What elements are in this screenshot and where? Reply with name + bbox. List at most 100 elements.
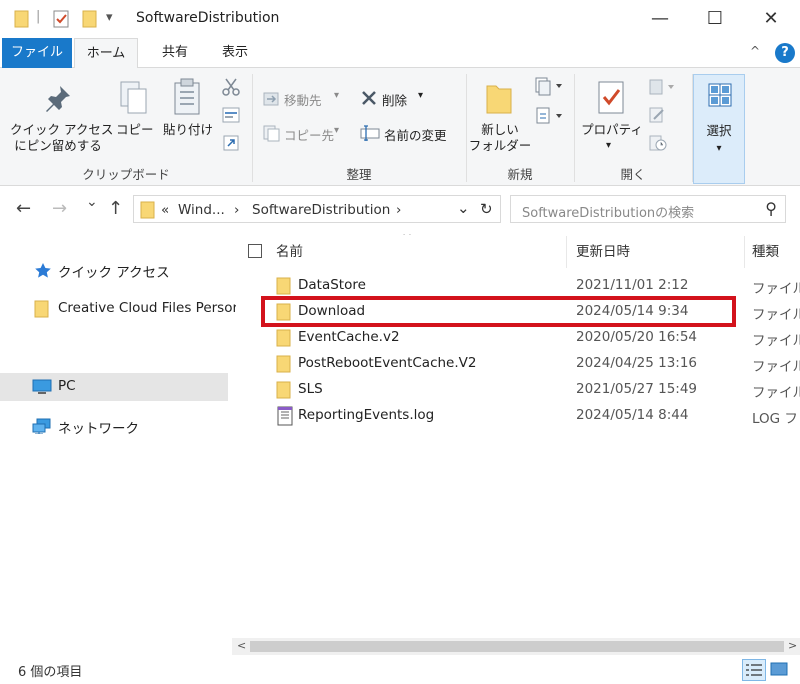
address-bar[interactable]: « Wind... › SoftwareDistribution › ⌄ ↻	[133, 195, 501, 223]
folder-icon	[276, 354, 292, 378]
rename-button[interactable]: 名前の変更	[384, 125, 447, 144]
file-type: ファイル フ	[752, 307, 800, 323]
open-icon[interactable]	[648, 78, 676, 100]
forward-button[interactable]: →	[52, 198, 67, 219]
highlight-box	[261, 296, 736, 327]
tab-file[interactable]: ファイル	[2, 38, 72, 68]
new-item-icon[interactable]	[534, 76, 564, 100]
copy-path-icon[interactable]	[222, 106, 240, 128]
computer-icon	[32, 379, 52, 399]
file-date: 2024/04/25 13:16	[576, 355, 698, 371]
search-box[interactable]: SoftwareDistributionの検索 ⚲	[510, 195, 786, 223]
file-name: PostRebootEventCache.V2	[298, 355, 477, 371]
folder-icon	[140, 200, 156, 224]
nav-item-label: クイック アクセス	[58, 265, 170, 281]
details-view-button[interactable]	[742, 659, 766, 681]
nav-item-network[interactable]: ネットワーク	[0, 412, 228, 440]
breadcrumb-windows[interactable]: Wind...	[178, 202, 225, 218]
paste-shortcut-icon[interactable]	[222, 134, 240, 156]
nav-item-quick-access[interactable]: クイック アクセス	[0, 256, 228, 284]
cut-icon[interactable]	[222, 78, 240, 100]
new-folder-button[interactable]: 新しい フォルダー	[468, 122, 532, 154]
scroll-thumb[interactable]	[250, 641, 784, 652]
breadcrumb-separator[interactable]: ›	[234, 202, 239, 218]
table-row[interactable]: EventCache.v2 2020/05/20 16:54 ファイル フ	[236, 325, 800, 351]
title-bar: | ▾ SoftwareDistribution — ☐ ✕	[0, 0, 800, 38]
qat-dropdown[interactable]: ▾	[106, 10, 113, 25]
paste-icon	[172, 78, 202, 120]
history-icon[interactable]	[648, 134, 668, 156]
file-type: ファイル フ	[752, 385, 800, 401]
back-button[interactable]: ←	[16, 198, 31, 219]
delete-icon	[361, 90, 377, 110]
easy-access-icon[interactable]	[534, 106, 564, 130]
table-row[interactable]: ReportingEvents.log 2024/05/14 8:44 LOG …	[236, 403, 800, 429]
address-dropdown-button[interactable]: ⌄	[457, 199, 470, 217]
breadcrumb-softwaredistribution[interactable]: SoftwareDistribution	[252, 202, 390, 218]
move-to-dropdown-icon[interactable]: ▾	[334, 90, 339, 101]
up-button[interactable]: ↑	[108, 198, 123, 219]
large-icons-view-button[interactable]	[768, 659, 792, 681]
log-file-icon	[276, 406, 294, 430]
file-date: 2021/05/27 15:49	[576, 381, 698, 397]
copy-icon	[119, 80, 149, 120]
maximize-button[interactable]: ☐	[692, 4, 738, 34]
minimize-button[interactable]: —	[637, 4, 683, 34]
scroll-right-button[interactable]: >	[788, 639, 797, 652]
edit-icon[interactable]	[648, 106, 666, 128]
new-folder-icon[interactable]	[82, 9, 98, 33]
copy-button[interactable]: コピー	[116, 122, 154, 138]
delete-dropdown-icon[interactable]: ▾	[418, 90, 423, 101]
pin-label-line-1: クイック アクセス	[10, 122, 114, 137]
tab-view[interactable]: 表示	[210, 38, 260, 68]
folder-icon	[276, 380, 292, 404]
select-label: 選択	[706, 123, 732, 138]
table-row[interactable]: PostRebootEventCache.V2 2024/04/25 13:16…	[236, 351, 800, 377]
breadcrumb-overflow[interactable]: «	[161, 202, 169, 218]
column-header-name[interactable]: 名前	[276, 240, 303, 260]
move-to-icon	[262, 90, 280, 112]
large-icons-view-icon	[770, 662, 788, 676]
table-row[interactable]: SLS 2021/05/27 15:49 ファイル フ	[236, 377, 800, 403]
help-icon[interactable]: ?	[775, 43, 795, 63]
nav-item-pc[interactable]: PC	[0, 373, 228, 401]
pin-icon	[44, 84, 72, 118]
select-icon	[708, 83, 732, 111]
select-all-checkbox[interactable]	[248, 244, 262, 258]
column-header-type[interactable]: 種類	[752, 240, 779, 260]
refresh-button[interactable]: ↻	[480, 200, 493, 218]
network-icon	[32, 418, 52, 438]
scroll-left-button[interactable]: <	[237, 639, 246, 652]
properties-icon[interactable]	[52, 9, 70, 33]
star-icon	[34, 262, 52, 282]
search-icon[interactable]: ⚲	[765, 199, 777, 218]
properties-dropdown-icon[interactable]: ▾	[606, 140, 611, 151]
select-button[interactable]: 選択 ▾	[693, 74, 745, 184]
copy-to-button[interactable]: コピー先	[284, 125, 334, 144]
paste-button[interactable]: 貼り付け	[160, 122, 216, 138]
nav-item-creative-cloud[interactable]: Creative Cloud Files Persor	[0, 295, 238, 323]
copy-to-dropdown-icon[interactable]: ▾	[334, 125, 339, 136]
new-group-label: 新規	[507, 167, 533, 182]
navigation-pane: クイック アクセス Creative Cloud Files Persor PC…	[0, 234, 238, 652]
folder-icon	[34, 299, 50, 323]
nav-item-label: PC	[58, 378, 76, 394]
delete-button[interactable]: 削除	[382, 90, 407, 109]
close-button[interactable]: ✕	[748, 4, 794, 34]
file-date: 2024/05/14 8:44	[576, 407, 689, 423]
column-header-date[interactable]: 更新日時	[576, 240, 630, 260]
move-to-button[interactable]: 移動先	[284, 90, 322, 109]
nav-item-label: Creative Cloud Files Persor	[58, 300, 239, 316]
properties-button[interactable]: プロパティ	[580, 122, 644, 138]
horizontal-scrollbar[interactable]: < >	[232, 638, 800, 655]
collapse-ribbon-icon[interactable]: ^	[750, 44, 760, 58]
breadcrumb-separator[interactable]: ›	[396, 202, 401, 218]
select-dropdown-icon: ▾	[716, 143, 722, 154]
tab-home[interactable]: ホーム	[74, 38, 138, 69]
pin-to-quick-access-button[interactable]: クイック アクセス にピン留めする	[10, 122, 114, 154]
file-list: ^ 名前 更新日時 種類 DataStore 2021/11/01 2:12 フ…	[236, 234, 800, 638]
tab-share[interactable]: 共有	[150, 38, 200, 68]
file-type: ファイル フ	[752, 281, 800, 297]
recent-locations-button[interactable]: ⌄	[86, 194, 98, 210]
rename-icon	[360, 125, 380, 145]
